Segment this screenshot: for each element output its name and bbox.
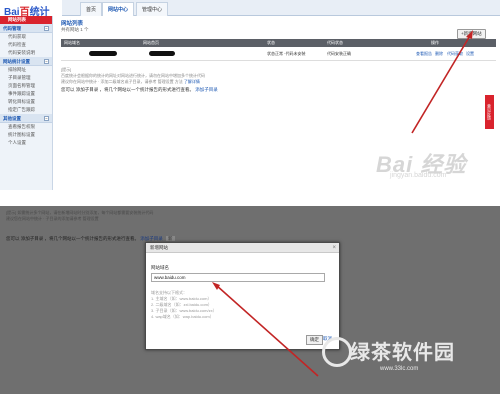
settings-link[interactable]: 设置 bbox=[466, 47, 474, 61]
view-report-link[interactable]: 查看报告 bbox=[416, 47, 432, 61]
sidebar-item[interactable]: 统计图标设置 bbox=[0, 131, 52, 139]
image-separator bbox=[0, 190, 500, 206]
column-header: 网站域名 bbox=[64, 40, 80, 45]
watermark-url: jingyan.baidu.com bbox=[390, 172, 447, 179]
collapse-icon[interactable]: − bbox=[44, 116, 49, 121]
sidebar-item[interactable]: 代码获取 bbox=[0, 33, 52, 41]
dimmed-tip-line: 建议您在网站中统计 · 子目录的添加请参考 管理设置 bbox=[6, 216, 99, 221]
column-header: 代码状态 bbox=[327, 40, 343, 45]
table-header: 网站域名 网站首页 状态 代码状态 操作 bbox=[61, 39, 496, 47]
tip-line: 建议你在网站中统计 · 添加二级域名或子目录，请参考 管理设置 方法 了解详情 bbox=[61, 79, 361, 85]
sidebar-item[interactable]: 指定广告跟踪 bbox=[0, 106, 52, 114]
baidu-tongji-site-list-screen: Bai百统计 首页 网站中心 管理中心 网站列表 代码管理 − 代码获取 代码检查… bbox=[0, 0, 500, 190]
sidebar-item[interactable]: 子目录管理 bbox=[0, 74, 52, 82]
tab-home[interactable]: 首页 bbox=[80, 2, 103, 16]
tab-site-center[interactable]: 网站中心 bbox=[102, 2, 135, 16]
lvcha-watermark: 绿茶软件园 bbox=[350, 342, 455, 364]
dialog-title: 新增网站 bbox=[150, 245, 168, 250]
sidebar-item[interactable]: 事件跟踪设置 bbox=[0, 90, 52, 98]
tip-block: [提示] 百度统计会根据你的统计的网址对网站进行统计，请勿在网站中增加多个统计代… bbox=[61, 67, 361, 85]
column-header: 操作 bbox=[431, 40, 439, 45]
dimmed-add-subdirectory-link: 添加子目录 bbox=[140, 236, 163, 241]
delete-link[interactable]: 删除 bbox=[435, 47, 443, 61]
close-icon[interactable]: × bbox=[332, 243, 336, 253]
watermark-logo-icon bbox=[322, 337, 352, 367]
redacted-domain bbox=[89, 51, 117, 56]
sidebar-item[interactable]: 排除网址 bbox=[0, 66, 52, 74]
dimmed-hint-text: 您可以 添加子目录 ，将几个网站以一个统计报告的形式进行查看。 bbox=[6, 236, 139, 241]
feedback-tab[interactable]: 意见反馈 bbox=[485, 95, 494, 129]
site-status: 状态正常 ·代码未安装 bbox=[267, 51, 306, 56]
sidebar-group-code[interactable]: 代码管理 − bbox=[0, 24, 52, 33]
sidebar-group-label: 代码管理 bbox=[3, 26, 21, 31]
dimmed-tip: [提示] 如需统计多个网站，请在新增网站时分别添加，每个网站都需要安装统计代码 … bbox=[6, 210, 346, 222]
sidebar-item-site-list[interactable]: 网站列表 bbox=[0, 16, 52, 24]
add-subdirectory-link[interactable]: 添加子目录 bbox=[195, 87, 218, 92]
watermark-url: www.33lc.com bbox=[380, 366, 419, 372]
sidebar-item[interactable]: 转化目标设置 bbox=[0, 98, 52, 106]
domain-label: 网站域名 bbox=[151, 265, 169, 270]
get-code-link[interactable]: 代码获取 bbox=[447, 47, 463, 61]
tab-admin-center[interactable]: 管理中心 bbox=[136, 2, 169, 16]
domain-format-help: 域名支持以下格式： 1. 主域名（如：www.baidu.com） 2. 二级域… bbox=[151, 290, 217, 320]
help-line: 4. wap域名（如：wap.baidu.com） bbox=[151, 314, 214, 319]
table-row: 状态正常 ·代码未安装 代码安装正确 查看报告 删除 代码获取 设置 bbox=[61, 47, 496, 61]
column-header: 状态 bbox=[267, 40, 275, 45]
collapse-icon[interactable]: − bbox=[44, 59, 49, 64]
subdirectory-hint: 您可以 添加子目录 ，将几个网站以一个统计报告的形式进行查看。 添加子目录 bbox=[61, 87, 218, 93]
top-navigation: 首页 网站中心 管理中心 bbox=[62, 0, 500, 16]
domain-input[interactable] bbox=[151, 273, 325, 282]
tip-text: 建议你在网站中统计 · 添加二级域名或子目录，请参考 管理设置 方法 bbox=[61, 79, 183, 84]
sidebar-group-other[interactable]: 其他设置 − bbox=[0, 114, 52, 123]
add-site-button[interactable]: +新增网站 bbox=[457, 29, 486, 39]
sidebar-item[interactable]: 代码安装说明 bbox=[0, 49, 52, 57]
redacted-homepage bbox=[149, 51, 175, 56]
tutorial-composite: Bai百统计 首页 网站中心 管理中心 网站列表 代码管理 − 代码获取 代码检查… bbox=[0, 0, 500, 394]
sidebar-group-label: 网站统计设置 bbox=[3, 59, 30, 64]
confirm-button[interactable]: 确定 bbox=[306, 335, 323, 345]
sidebar: 网站列表 代码管理 − 代码获取 代码检查 代码安装说明 网站统计设置 − 排除网址… bbox=[0, 16, 53, 190]
collapse-icon[interactable]: − bbox=[44, 26, 49, 31]
sidebar-item[interactable]: 个人设置 bbox=[0, 139, 52, 147]
page-title: 网站列表 bbox=[61, 21, 84, 27]
new-badge: 新 bbox=[166, 236, 175, 241]
sidebar-item[interactable]: 页面名称管理 bbox=[0, 82, 52, 90]
sidebar-item[interactable]: 代码检查 bbox=[0, 41, 52, 49]
add-site-dialog-screen: [提示] 如需统计多个网站，请在新增网站时分别添加，每个网站都需要安装统计代码 … bbox=[0, 206, 500, 394]
add-site-dialog: 新增网站 × 网站域名 域名支持以下格式： 1. 主域名（如：www.baidu… bbox=[145, 242, 340, 350]
column-header: 网站首页 bbox=[143, 40, 159, 45]
sidebar-item[interactable]: 查看报告权限 bbox=[0, 123, 52, 131]
code-status: 代码安装正确 bbox=[327, 51, 351, 56]
learn-more-link[interactable]: 了解详情 bbox=[184, 79, 200, 84]
site-count: 共有网站 1 个 bbox=[61, 27, 89, 32]
dialog-header: 新增网站 × bbox=[146, 243, 339, 253]
sidebar-group-label: 其他设置 bbox=[3, 116, 21, 121]
subdirectory-hint-text: 您可以 添加子目录 ，将几个网站以一个统计报告的形式进行查看。 bbox=[61, 87, 194, 92]
sidebar-group-stats-settings[interactable]: 网站统计设置 − bbox=[0, 57, 52, 66]
